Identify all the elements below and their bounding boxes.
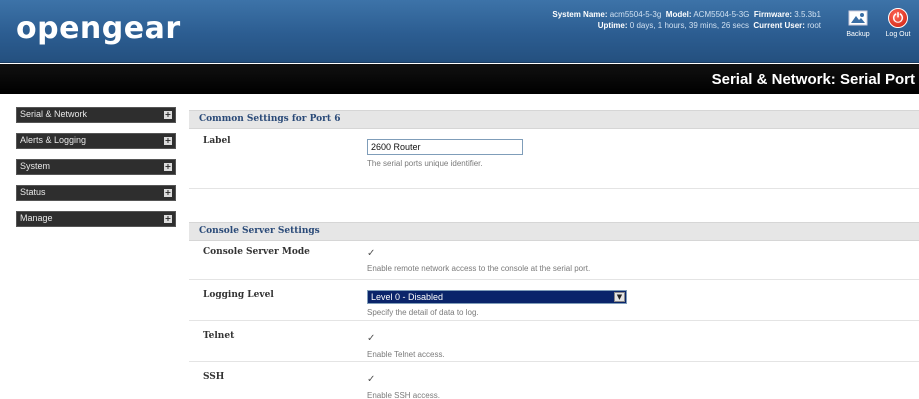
console-settings-header: Console Server Settings	[189, 222, 919, 241]
sidebar-item-label: Alerts & Logging	[20, 135, 87, 145]
chevron-down-icon[interactable]: ▼	[614, 292, 625, 302]
model-value: ACM5504-5-3G	[693, 10, 750, 19]
common-settings-header: Common Settings for Port 6	[189, 110, 919, 129]
current-user-value: root	[807, 21, 821, 30]
section-title: Console Server Settings	[199, 226, 320, 236]
logging-level-value: Level 0 - Disabled	[371, 292, 444, 302]
model-label: Model:	[665, 10, 692, 19]
plus-icon: +	[164, 136, 172, 145]
uptime-label: Uptime:	[597, 21, 628, 30]
power-icon: ⏻	[888, 8, 908, 28]
plus-icon: +	[164, 162, 172, 171]
page-title: Serial & Network: Serial Port	[711, 71, 915, 88]
telnet-row: Telnet ✓ Enable Telnet access.	[189, 321, 919, 362]
logging-level-label: Logging Level	[203, 290, 274, 300]
label-field-label: Label	[203, 136, 231, 146]
opengear-logo[interactable]: opengear	[16, 11, 181, 46]
telnet-checkbox[interactable]: ✓	[367, 333, 445, 345]
sidebar-item-label: Manage	[20, 213, 53, 223]
firmware-value: 3.5.3b1	[794, 10, 821, 19]
ssh-row: SSH ✓ Enable SSH access.	[189, 362, 919, 399]
label-row: Label The serial ports unique identifier…	[189, 129, 919, 189]
console-mode-hint: Enable remote network access to the cons…	[367, 264, 591, 273]
sidebar-item-manage[interactable]: Manage +	[16, 211, 176, 227]
section-title: Common Settings for Port 6	[199, 114, 341, 124]
port-label-input[interactable]	[367, 139, 523, 155]
backup-icon	[848, 10, 868, 26]
sidebar: Serial & Network + Alerts & Logging + Sy…	[16, 107, 176, 237]
console-mode-label: Console Server Mode	[203, 247, 310, 257]
backup-button[interactable]: Backup	[840, 8, 876, 38]
logout-label: Log Out	[885, 31, 911, 38]
label-hint: The serial ports unique identifier.	[367, 159, 483, 168]
backup-label: Backup	[846, 31, 870, 38]
telnet-label: Telnet	[203, 331, 235, 341]
plus-icon: +	[164, 214, 172, 223]
console-mode-checkbox[interactable]: ✓	[367, 248, 590, 260]
logging-level-row: Logging Level Level 0 - Disabled ▼ Speci…	[189, 280, 919, 321]
logout-button[interactable]: ⏻ Log Out	[880, 8, 916, 38]
telnet-hint: Enable Telnet access.	[367, 350, 445, 359]
ssh-label: SSH	[203, 372, 225, 382]
sidebar-item-label: Serial & Network	[20, 109, 88, 119]
logging-level-select[interactable]: Level 0 - Disabled ▼	[367, 290, 627, 304]
sidebar-item-status[interactable]: Status +	[16, 185, 176, 201]
current-user-label: Current User:	[753, 21, 805, 30]
sidebar-item-serial-network[interactable]: Serial & Network +	[16, 107, 176, 123]
sidebar-item-system[interactable]: System +	[16, 159, 176, 175]
plus-icon: +	[164, 188, 172, 197]
uptime-value: 0 days, 1 hours, 39 mins, 26 secs	[629, 21, 749, 30]
system-name-value: acm5504-5-3g	[609, 10, 662, 19]
main-content: Common Settings for Port 6 Label The ser…	[189, 107, 919, 399]
page-title-bar: Serial & Network: Serial Port	[0, 64, 919, 94]
system-name-label: System Name:	[552, 10, 608, 19]
firmware-label: Firmware:	[753, 10, 793, 19]
logging-level-hint: Specify the detail of data to log.	[367, 308, 479, 317]
plus-icon: +	[164, 110, 172, 119]
sidebar-item-alerts-logging[interactable]: Alerts & Logging +	[16, 133, 176, 149]
ssh-hint: Enable SSH access.	[367, 391, 440, 399]
ssh-checkbox[interactable]: ✓	[367, 374, 440, 386]
console-mode-row: Console Server Mode ✓ Enable remote netw…	[189, 241, 919, 280]
header: opengear System Name: acm5504-5-3g Model…	[0, 0, 919, 63]
system-info: System Name: acm5504-5-3g Model: ACM5504…	[552, 9, 821, 31]
sidebar-item-label: Status	[20, 187, 46, 197]
sidebar-item-label: System	[20, 161, 51, 171]
